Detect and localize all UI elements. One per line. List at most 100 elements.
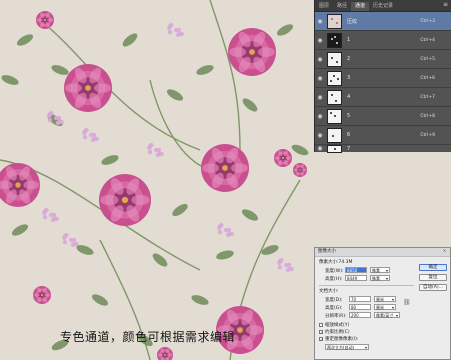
resample-method-select[interactable]: 两次立方(自动): [325, 344, 369, 350]
leaf: [51, 65, 69, 75]
lilac-blossom: [82, 134, 88, 140]
lilac-blossom: [54, 216, 59, 222]
leaf: [101, 155, 119, 165]
lilac-blossom: [179, 31, 184, 37]
channel-row-7[interactable]: ◉ 7: [315, 144, 451, 153]
channel-row-1[interactable]: ◉ 1 Ctrl+4: [315, 31, 451, 50]
scale-styles-checkbox[interactable]: [319, 323, 323, 327]
lilac-blossom: [223, 227, 229, 233]
stem: [209, 0, 241, 151]
lilac-blossom: [147, 149, 153, 155]
doc-size-label: 文档大小:: [319, 289, 339, 294]
tab-history[interactable]: 历史记录: [369, 2, 397, 11]
visibility-eye-icon[interactable]: ◉: [315, 113, 325, 120]
pixel-height-input[interactable]: 8449: [345, 275, 367, 281]
panel-menu-icon[interactable]: ≡: [442, 2, 449, 8]
peony-flower: [99, 174, 151, 226]
channel-name: 1: [347, 37, 351, 43]
doc-height-unit-select[interactable]: 厘米: [374, 304, 396, 310]
dialog-titlebar: 图像大小 ×: [315, 248, 450, 257]
constrain-proportions-label: 约束比例(C): [325, 330, 350, 335]
lilac-blossom: [173, 27, 179, 33]
peony-flower: [228, 28, 276, 76]
visibility-eye-icon[interactable]: ◉: [315, 37, 325, 44]
channel-thumbnail: [327, 32, 342, 48]
peony-flower: [274, 149, 292, 167]
channel-name: 压纹: [347, 18, 358, 25]
pixel-width-label: 宽度(W):: [325, 269, 344, 274]
lilac-blossom: [153, 147, 159, 153]
channel-row-6[interactable]: ◉ 6 Ctrl+9: [315, 126, 451, 145]
channel-shortcut: Ctrl+9: [420, 132, 435, 138]
lilac-blossom: [283, 262, 289, 268]
pixel-height-label: 高度(H):: [325, 277, 343, 282]
channel-name: 4: [347, 94, 351, 100]
tab-layers[interactable]: 图层: [315, 2, 333, 11]
lilac-blossom: [159, 151, 164, 157]
tab-channels[interactable]: 通道: [351, 2, 370, 11]
leaf: [122, 33, 138, 47]
constrain-proportions-checkbox[interactable]: ✓: [319, 330, 323, 335]
channel-row-3[interactable]: ◉ 3 Ctrl+6: [315, 69, 451, 88]
channel-row-2[interactable]: ◉ 2 Ctrl+5: [315, 50, 451, 69]
visibility-eye-icon[interactable]: ◉: [315, 132, 325, 139]
lilac-blossom: [48, 212, 54, 218]
peony-flower: [36, 11, 54, 29]
channel-row-5[interactable]: ◉ 5 Ctrl+8: [315, 107, 451, 126]
visibility-eye-icon[interactable]: ◉: [315, 56, 325, 63]
caption-text: 专色通道，颜色可根据需求编辑: [60, 330, 236, 344]
resample-label: 重定图像像素(I):: [325, 337, 359, 342]
visibility-eye-icon[interactable]: ◉: [315, 145, 325, 152]
channel-thumbnail: [327, 144, 342, 153]
lilac-blossom: [289, 266, 294, 272]
scale-styles-label: 缩放样式(Y): [325, 323, 350, 328]
leaf: [291, 144, 309, 156]
leaf: [91, 294, 109, 306]
channel-thumbnail: [327, 108, 342, 124]
visibility-eye-icon[interactable]: ◉: [315, 94, 325, 101]
pixel-width-unit-select[interactable]: 像素: [370, 267, 390, 273]
ok-button[interactable]: 确定: [419, 264, 447, 271]
resolution-unit-select[interactable]: 像素/英寸: [374, 312, 400, 318]
lilac-blossom: [277, 258, 283, 264]
resample-checkbox[interactable]: ✓: [319, 337, 323, 342]
resolution-input[interactable]: 200: [349, 312, 371, 318]
channel-name: 7: [347, 145, 351, 152]
pixel-height-unit-select[interactable]: 像素: [370, 275, 390, 281]
channel-row-emboss[interactable]: ◉ 压纹 Ctrl+3: [315, 12, 451, 31]
lilac-blossom: [47, 117, 53, 123]
lilac-blossom: [62, 233, 68, 239]
panel-tab-bar: 图层 路径 通道 历史记录 ≡: [315, 0, 451, 12]
divider: [319, 285, 414, 286]
leaf: [242, 98, 258, 112]
visibility-eye-icon[interactable]: ◉: [315, 75, 325, 82]
lilac-blossom: [42, 208, 48, 214]
lilac-blossom: [74, 241, 79, 247]
auto-button[interactable]: 自动(A)...: [419, 284, 447, 291]
lilac-blossom: [59, 119, 64, 125]
lilac-blossom: [167, 29, 173, 35]
link-chain-icon: ⛓: [403, 299, 411, 306]
doc-width-label: 宽度(D):: [325, 298, 343, 303]
channel-thumbnail: [327, 70, 342, 86]
reset-button[interactable]: 复位: [419, 274, 447, 281]
channel-name: 5: [347, 113, 351, 119]
leaf: [172, 203, 188, 217]
channel-row-4[interactable]: ◉ 4 Ctrl+7: [315, 88, 451, 107]
peony-flower: [293, 163, 307, 177]
visibility-eye-icon[interactable]: ◉: [315, 18, 325, 25]
leaf: [1, 75, 19, 85]
lilac-blossom: [42, 214, 48, 220]
resolution-label: 分辨率(R):: [325, 314, 347, 319]
doc-width-input[interactable]: 70: [349, 296, 371, 302]
leaf: [166, 89, 184, 101]
doc-width-unit-select[interactable]: 厘米: [374, 296, 396, 302]
close-icon[interactable]: ×: [441, 248, 448, 256]
doc-height-input[interactable]: 80: [349, 304, 371, 310]
channel-shortcut: Ctrl+4: [420, 37, 435, 43]
leaf: [276, 24, 294, 36]
pixel-size-label: 像素大小:74.3M: [319, 260, 353, 265]
tab-paths[interactable]: 路径: [333, 2, 351, 11]
pixel-width-input[interactable]: 8850: [345, 267, 367, 273]
leaf: [241, 209, 259, 221]
